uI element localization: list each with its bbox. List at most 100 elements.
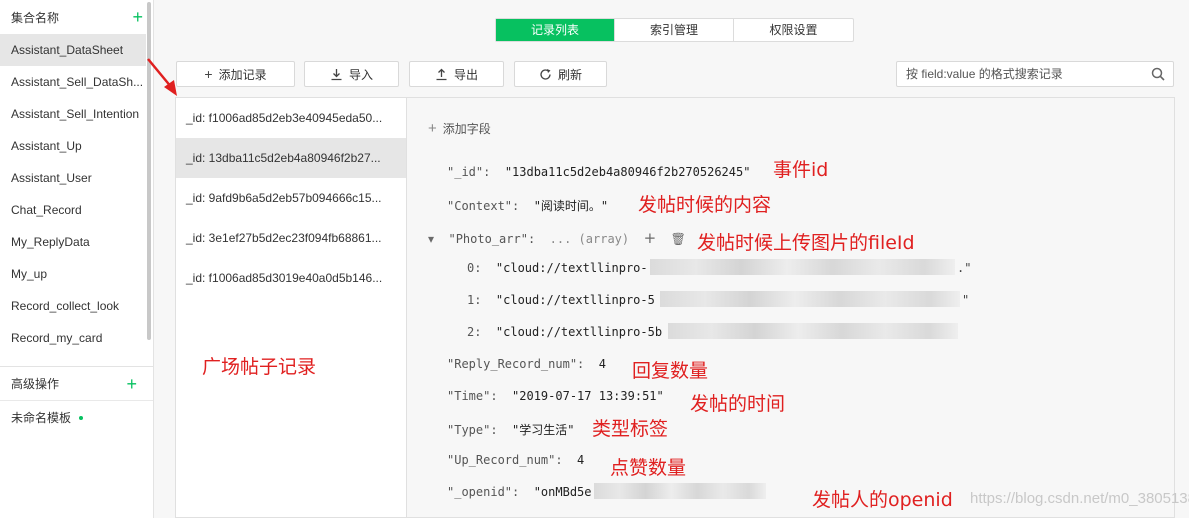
advanced-operations-label: 高级操作 (11, 377, 60, 391)
field-key: "Reply_Record_num": (447, 357, 585, 371)
field-value: 4 (577, 453, 585, 467)
add-element-plus-icon[interactable]: + (644, 229, 657, 247)
collection-item[interactable]: My_ReplyData (0, 226, 146, 258)
add-collection-plus-icon[interactable]: + (132, 8, 143, 26)
add-record-button[interactable]: + 添加记录 (176, 61, 295, 87)
record-row[interactable]: _id: 3e1ef27b5d2ec23f094fb68861... (176, 218, 406, 258)
field-id[interactable]: "_id": "13dba11c5d2eb4a80946f2b270526245… (447, 165, 750, 179)
sidebar-scrollbar[interactable] (147, 2, 151, 340)
annotation-context: 发帖时候的内容 (638, 194, 772, 216)
field-value: 4 (598, 357, 606, 371)
annotation-id: 事件id (773, 159, 829, 181)
array-item[interactable]: 0: "cloud://textllinpro- (467, 261, 648, 275)
annotation-type: 类型标签 (592, 418, 669, 440)
array-item[interactable]: 1: "cloud://textllinpro-5 (467, 293, 655, 307)
tab-permission-settings[interactable]: 权限设置 (734, 19, 853, 41)
array-index: 0: (467, 261, 482, 275)
annotation-openid: 发帖人的openid (812, 489, 953, 511)
field-value: "13dba11c5d2eb4a80946f2b270526245" (504, 165, 751, 179)
field-value: ... (array) (549, 232, 630, 246)
field-key: "_id": (447, 165, 491, 179)
collection-sidebar: 集合名称 + Assistant_DataSheet Assistant_Sel… (0, 0, 154, 518)
add-record-label: 添加记录 (218, 67, 267, 82)
field-key: "Photo_arr": (448, 232, 536, 246)
field-reply-record-num[interactable]: "Reply_Record_num": 4 (447, 357, 606, 371)
tab-index-management[interactable]: 索引管理 (615, 19, 734, 41)
field-value: "阅读时间。" (533, 199, 609, 213)
collection-list: Assistant_DataSheet Assistant_Sell_DataS… (0, 34, 153, 354)
collection-item[interactable]: Chat_Record (0, 194, 146, 226)
field-context[interactable]: "Context": "阅读时间。" (447, 197, 608, 214)
record-search-input[interactable] (906, 67, 1146, 81)
view-tabs: 记录列表 索引管理 权限设置 (495, 18, 854, 42)
field-photo-arr[interactable]: ▾ "Photo_arr": ... (array) + 🗑 (428, 229, 686, 247)
annotation-time: 发帖的时间 (690, 393, 786, 415)
collection-header-label: 集合名称 (11, 10, 60, 25)
advanced-operations-header: 高级操作 + (0, 367, 153, 401)
record-row[interactable]: _id: f1006ad85d2eb3e40945eda50... (176, 98, 406, 138)
annotation-records: 广场帖子记录 (202, 356, 317, 378)
annotation-reply: 回复数量 (632, 360, 709, 382)
field-value: "学习生活" (512, 423, 575, 437)
collection-item[interactable]: Assistant_DataSheet (0, 34, 146, 66)
watermark: https://blog.csdn.net/m0_38051388 (970, 490, 1189, 507)
collection-item[interactable]: Assistant_Sell_Intention (0, 98, 146, 130)
field-value: "onMBd5e (533, 485, 592, 499)
annotation-up: 点赞数量 (610, 457, 687, 479)
annotation-arrow-icon (147, 58, 177, 96)
collection-item[interactable]: Assistant_User (0, 162, 146, 194)
plus-icon: + (204, 66, 213, 82)
field-value: "2019-07-17 13:39:51" (512, 389, 664, 403)
field-time[interactable]: "Time": "2019-07-17 13:39:51" (447, 389, 664, 403)
redacted-value (668, 323, 958, 339)
field-key: "Context": (447, 199, 520, 213)
export-label: 导出 (453, 67, 478, 82)
field-key: "Up_Record_num": (447, 453, 563, 467)
import-button[interactable]: 导入 (304, 61, 399, 87)
search-icon[interactable] (1151, 67, 1165, 81)
add-field-label: 添加字段 (442, 122, 491, 136)
redacted-value (660, 291, 960, 307)
record-row[interactable]: _id: 13dba11c5d2eb4a80946f2b27... (176, 138, 406, 178)
record-search-box (896, 61, 1174, 87)
collection-item[interactable]: Record_collect_look (0, 290, 146, 322)
add-field-button[interactable]: + 添加字段 (428, 120, 491, 137)
array-value: "cloud://textllinpro-5 (495, 293, 655, 307)
record-list-panel: _id: f1006ad85d2eb3e40945eda50... _id: 1… (175, 97, 407, 518)
plus-icon: + (428, 120, 437, 137)
array-item-tail: ." (957, 261, 972, 275)
export-icon (436, 68, 447, 80)
add-template-plus-icon[interactable]: + (126, 375, 137, 393)
import-label: 导入 (348, 67, 373, 82)
field-type[interactable]: "Type": "学习生活" (447, 421, 574, 438)
trash-icon[interactable]: 🗑 (671, 232, 686, 246)
collapse-triangle-icon[interactable]: ▾ (428, 232, 434, 246)
field-key: "Type": (447, 423, 498, 437)
import-icon (331, 68, 342, 80)
refresh-label: 刷新 (557, 67, 582, 82)
export-button[interactable]: 导出 (409, 61, 504, 87)
field-key: "Time": (447, 389, 498, 403)
array-value: "cloud://textllinpro- (495, 261, 648, 275)
record-row[interactable]: _id: f1006ad85d3019e40a0d5b146... (176, 258, 406, 298)
collection-header: 集合名称 + (0, 0, 153, 34)
array-index: 1: (467, 293, 482, 307)
field-key: "_openid": (447, 485, 520, 499)
refresh-icon (540, 68, 551, 80)
field-up-record-num[interactable]: "Up_Record_num": 4 (447, 453, 584, 467)
collection-item[interactable]: My_up (0, 258, 146, 290)
annotation-photo: 发帖时候上传图片的fileId (697, 232, 915, 254)
refresh-button[interactable]: 刷新 (514, 61, 607, 87)
field-openid[interactable]: "_openid": "onMBd5e (447, 485, 592, 499)
collection-item[interactable]: Record_my_card (0, 322, 146, 354)
redacted-value (650, 259, 955, 275)
array-item[interactable]: 2: "cloud://textllinpro-5b (467, 325, 662, 339)
collection-item[interactable]: Assistant_Up (0, 130, 146, 162)
array-index: 2: (467, 325, 482, 339)
record-row[interactable]: _id: 9afd9b6a5d2eb57b094666c15... (176, 178, 406, 218)
collection-item[interactable]: Assistant_Sell_DataSh... (0, 66, 146, 98)
unsaved-dot-icon (79, 416, 84, 420)
template-item[interactable]: 未命名模板 (0, 401, 153, 435)
tab-record-list[interactable]: 记录列表 (496, 19, 615, 41)
template-label: 未命名模板 (11, 411, 72, 425)
